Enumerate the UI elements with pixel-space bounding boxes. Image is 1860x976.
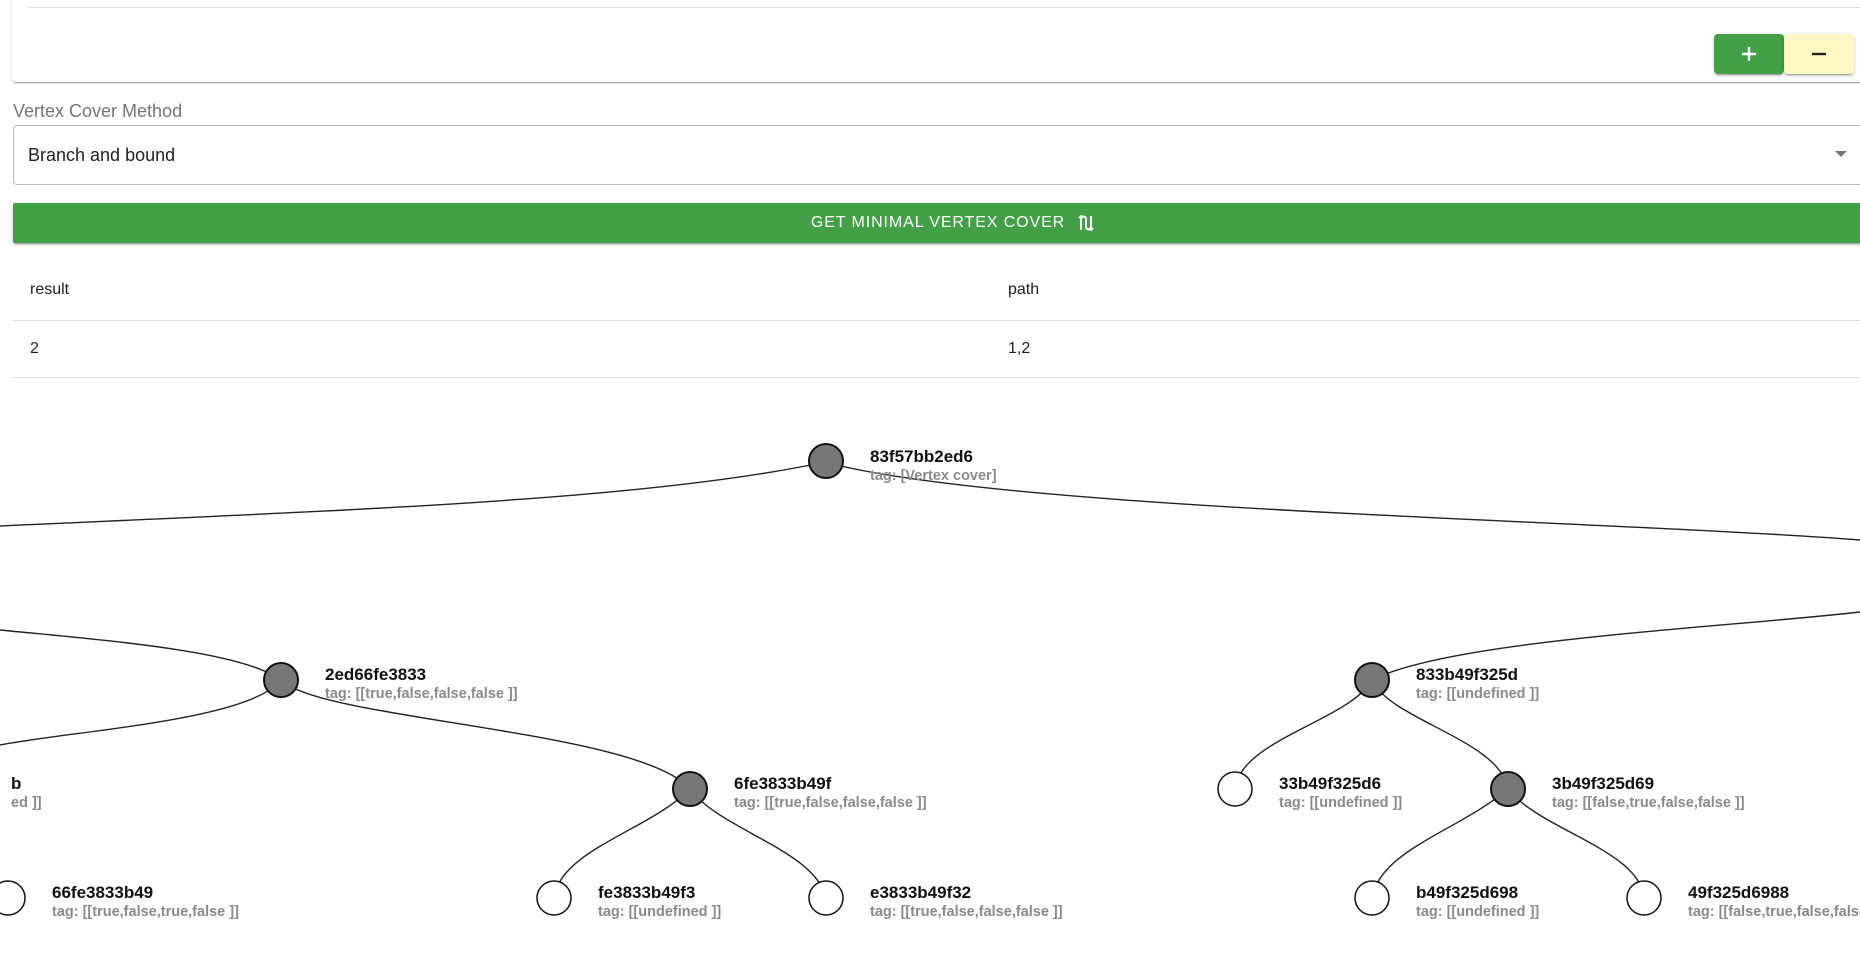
node-tag: tag: [[undefined ]] <box>598 904 721 920</box>
node-tag: tag: [[false,true,false,false ]] <box>1552 795 1745 811</box>
node-tag: tag: [[true,false,false,false ]] <box>734 795 927 811</box>
node-tag: tag: [[false,true,false,false ]] <box>1688 904 1860 920</box>
tree-node[interactable]: fe3833b49f3 tag: [[undefined ]] <box>536 880 721 920</box>
tree-node[interactable]: 33b49f325d6 tag: [[undefined ]] <box>1217 771 1402 811</box>
node-name: 33b49f325d6 <box>1279 774 1381 793</box>
node-name: 3b49f325d69 <box>1552 774 1654 793</box>
tree-node[interactable]: b49f325d698 tag: [[undefined ]] <box>1354 880 1539 920</box>
node-name: 66fe3833b49 <box>52 883 153 902</box>
node-tag: tag: [[true,false,false,false ]] <box>870 904 1063 920</box>
tree-node[interactable]: 3b49f325d69 tag: [[false,true,false,fals… <box>1490 771 1745 811</box>
node-name: e3833b49f32 <box>870 883 971 902</box>
tree-node[interactable]: 6fe3833b49f tag: [[true,false,false,fals… <box>672 771 927 811</box>
tree-node[interactable]: e3833b49f32 tag: [[true,false,false,fals… <box>808 880 1063 920</box>
node-tag: tag: [[undefined ]] <box>1416 904 1539 920</box>
node-name: 2ed66fe3833 <box>325 665 426 684</box>
tree-node[interactable]: 83f57bb2ed6 tag: [Vertex cover] <box>808 443 997 484</box>
node-name: b49f325d698 <box>1416 883 1518 902</box>
node-tag: tag: [[true,false,false,false ]] <box>325 686 518 702</box>
node-tag: tag: [[undefined ]] <box>1279 795 1402 811</box>
tree-node[interactable]: b ed ]] <box>11 774 42 811</box>
node-name: 49f325d6988 <box>1688 883 1789 902</box>
node-tag: tag: [[undefined ]] <box>1416 686 1539 702</box>
tree-node[interactable]: 66fe3833b49 tag: [[true,false,true,false… <box>0 880 239 920</box>
node-name: fe3833b49f3 <box>598 883 695 902</box>
node-name: 6fe3833b49f <box>734 774 832 793</box>
node-name: b <box>11 774 21 793</box>
node-tag: ed ]] <box>11 795 42 811</box>
node-name: 83f57bb2ed6 <box>870 447 973 466</box>
node-tag: tag: [Vertex cover] <box>870 468 997 484</box>
tree-node[interactable]: 2ed66fe3833 tag: [[true,false,false,fals… <box>263 662 518 702</box>
tree-node[interactable]: 49f325d6988 tag: [[false,true,false,fals… <box>1626 880 1860 920</box>
node-name: 833b49f325d <box>1416 665 1518 684</box>
tree-node[interactable]: 833b49f325d tag: [[undefined ]] <box>1354 662 1539 702</box>
branch-tree: 83f57bb2ed6 tag: [Vertex cover] 2ed66fe3… <box>0 443 1860 920</box>
node-tag: tag: [[true,false,true,false ]] <box>52 904 239 920</box>
